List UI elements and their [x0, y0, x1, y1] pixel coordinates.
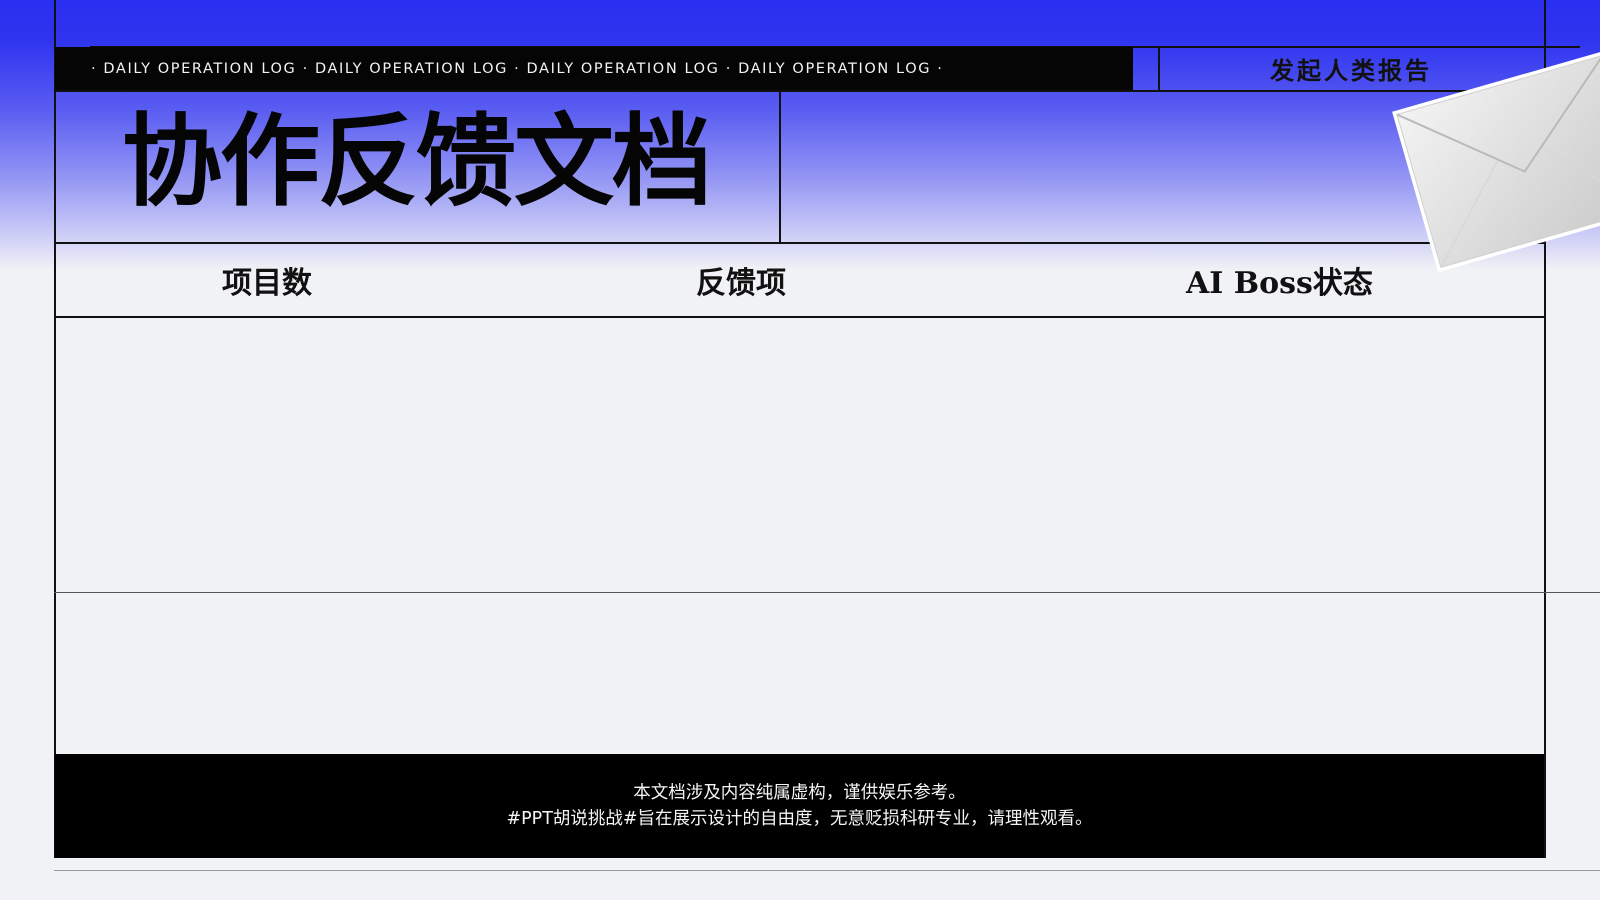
columns-rule [54, 316, 1544, 318]
title-divider [779, 90, 781, 242]
title-rule [54, 242, 1544, 244]
ticker-bar: · DAILY OPERATION LOG · DAILY OPERATION … [55, 47, 1133, 90]
document-page: · DAILY OPERATION LOG · DAILY OPERATION … [0, 0, 1600, 900]
ticker-text: · DAILY OPERATION LOG · DAILY OPERATION … [91, 60, 944, 77]
frame-left [54, 0, 56, 858]
footer-disclaimer: 本文档涉及内容纯属虚构，谨供娱乐参考。 #PPT胡说挑战#旨在展示设计的自由度，… [55, 754, 1544, 858]
header-rule [54, 90, 1544, 92]
bottom-rule [54, 870, 1600, 871]
report-label: 发起人类报告 [1270, 56, 1432, 85]
row-rule [54, 592, 1600, 593]
footer-line-1: 本文档涉及内容纯属虚构，谨供娱乐参考。 [633, 783, 966, 803]
column-header-project-count: 项目数 [222, 266, 312, 301]
column-header-ai-boss-status: AI Boss状态 [1186, 266, 1373, 301]
column-header-feedback-item: 反馈项 [696, 266, 786, 301]
footer-line-2: #PPT胡说挑战#旨在展示设计的自由度，无意贬损科研专业，请理性观看。 [506, 809, 1093, 829]
page-title: 协作反馈文档 [122, 103, 712, 220]
